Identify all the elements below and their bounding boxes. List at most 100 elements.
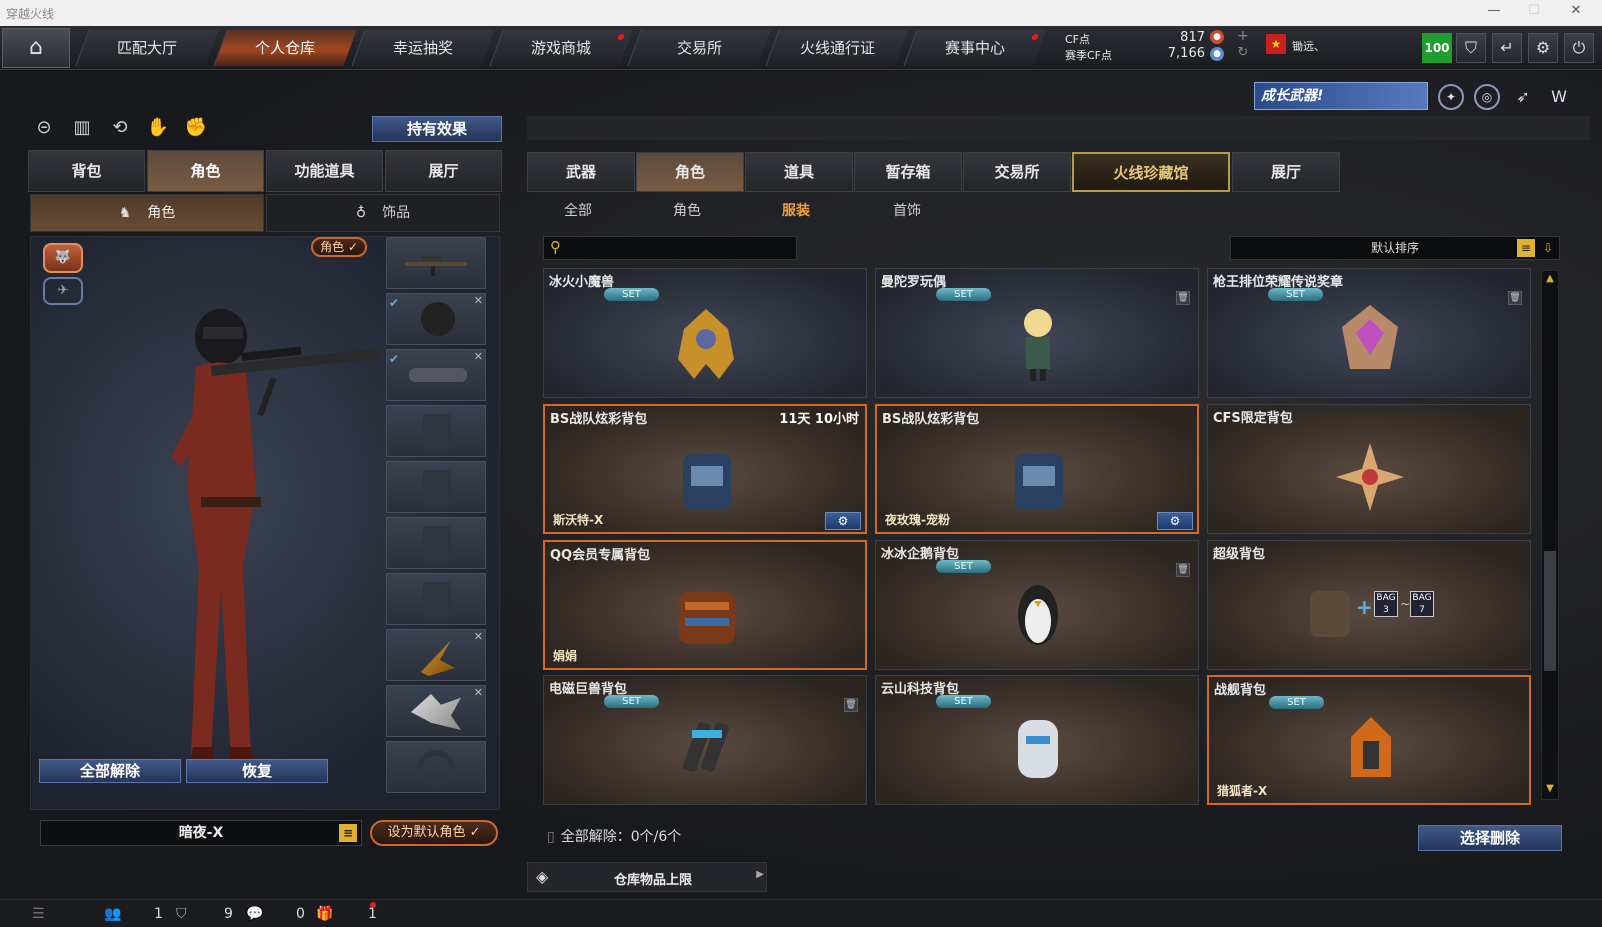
default-role-field[interactable]: 暗夜-X ≡ (40, 820, 362, 846)
tab-backpack[interactable]: 背包 (28, 150, 145, 192)
pose-icon[interactable]: ✋ (144, 114, 172, 142)
wing-icon[interactable]: W (1546, 84, 1572, 110)
item-card[interactable]: BS战队炫彩背包 11天 10小时 斯沃特-X ⚙ (543, 404, 867, 534)
release-all-button[interactable]: 全部解除 (39, 759, 181, 783)
tab-collection[interactable]: 火线珍藏馆 (1072, 152, 1230, 192)
rocket-icon[interactable]: ➶ (1510, 84, 1536, 110)
slot-weapon[interactable] (386, 237, 486, 289)
trash-icon[interactable]: 🗑 (844, 698, 858, 712)
item-card[interactable]: 超级背包 + BAG 3 ~ BAG 7 (1207, 540, 1531, 670)
scroll-down-icon[interactable]: ▼ (1543, 783, 1557, 797)
remove-icon[interactable]: ✕ (474, 294, 483, 307)
slot-goggles[interactable]: ✕ ✔ (386, 349, 486, 401)
trash-icon[interactable]: 🗑 (1176, 291, 1190, 305)
tab-function-items[interactable]: 功能道具 (266, 150, 383, 192)
power-icon[interactable]: ⏻ (1564, 33, 1594, 63)
tab-roles[interactable]: 角色 (636, 152, 744, 192)
close-icon[interactable]: ✕ (1566, 3, 1586, 21)
item-card[interactable]: CFS限定背包 (1207, 404, 1531, 534)
storage-limit-bar[interactable]: ◈ 仓库物品上限 ▶ (527, 862, 767, 892)
gear-icon[interactable]: ⚙ (1157, 512, 1193, 530)
stats-icon[interactable]: ▥ (68, 114, 96, 142)
sort-select[interactable]: 默认排序 ≡ ⇩ (1230, 236, 1560, 260)
subtab-character[interactable]: ♞ 角色 (30, 194, 264, 232)
trash-icon[interactable]: 🗑 (1508, 291, 1522, 305)
growth-weapon-banner[interactable]: 成长武器! (1254, 82, 1428, 110)
shield-icon[interactable]: ⛉ (1456, 33, 1486, 63)
gear-icon[interactable]: ⚙ (1528, 33, 1558, 63)
glove-icon[interactable]: ✊ (182, 114, 210, 142)
slot-empty-ring[interactable] (386, 741, 486, 793)
globe-icon[interactable]: ◎ (1474, 84, 1500, 110)
filter-role[interactable]: 角色 (673, 200, 701, 220)
scroll-thumb[interactable] (1544, 551, 1556, 671)
nav-tab-exchange[interactable]: 交易所 (627, 30, 771, 66)
slot-empty-pants[interactable] (386, 573, 486, 625)
medal-icon[interactable]: ✦ (1438, 84, 1464, 110)
item-card[interactable]: BS战队炫彩背包 夜玫瑰-宠粉 ⚙ (875, 404, 1199, 534)
slot-helmet[interactable]: ✕ ✔ (386, 293, 486, 345)
gift-icon[interactable]: 🎁 (316, 906, 333, 922)
subtab-accessory[interactable]: ♁ 饰品 (266, 194, 500, 232)
filter-all[interactable]: 全部 (564, 200, 592, 220)
home-icon[interactable]: ⌂ (2, 28, 70, 68)
refresh-icon[interactable]: ↻ (1236, 46, 1250, 60)
rotate-icon[interactable]: ⟲ (106, 114, 134, 142)
toggle-off-icon[interactable]: ⊝ (30, 114, 58, 142)
remove-icon[interactable]: ✕ (474, 630, 483, 643)
select-delete-button[interactable]: 选择删除 (1418, 825, 1562, 851)
return-icon[interactable]: ↵ (1492, 33, 1522, 63)
hold-effect-button[interactable]: 持有效果 (372, 116, 502, 142)
scroll-up-icon[interactable]: ▲ (1543, 273, 1557, 287)
tab-temp-box[interactable]: 暂存箱 (854, 152, 962, 192)
item-card[interactable]: 冰火小魔兽 SET (543, 268, 867, 398)
expand-right-icon[interactable]: ▶ (756, 869, 764, 880)
set-default-role-button[interactable]: 设为默认角色 ✓ (370, 820, 498, 846)
add-icon[interactable]: + (1236, 29, 1250, 43)
minimize-icon[interactable]: — (1484, 3, 1504, 21)
tab-items[interactable]: 道具 (745, 152, 853, 192)
search-input[interactable]: ⚲ (543, 236, 797, 260)
chat-icon[interactable]: 💬 (246, 906, 263, 922)
nav-tab-battle-pass[interactable]: 火线通行证 (765, 30, 909, 66)
tab-weapons[interactable]: 武器 (527, 152, 635, 192)
gear-icon[interactable]: ⚙ (825, 512, 861, 530)
slot-empty-vest[interactable] (386, 405, 486, 457)
clan-shield-icon[interactable]: ⛉ (176, 906, 187, 922)
item-card[interactable]: 枪王排位荣耀传说奖章 SET 🗑 (1207, 268, 1531, 398)
tab-showroom[interactable]: 展厅 (385, 150, 502, 192)
nav-tab-game-mall[interactable]: 游戏商城 (489, 30, 633, 66)
list-icon[interactable]: ≡ (339, 824, 357, 842)
tab-character[interactable]: 角色 (147, 150, 264, 192)
slot-empty-backpack[interactable] (386, 461, 486, 513)
maximize-icon[interactable]: ☐ (1524, 3, 1544, 21)
nav-tab-lucky-draw[interactable]: 幸运抽奖 (351, 30, 495, 66)
character-preview[interactable]: 🐺 ✈ 角色 ✓ ✕ ✔ ✕ ✔ ✕ ✕ 全部解除 恢复 (30, 236, 500, 810)
menu-icon[interactable]: ☰ (32, 906, 45, 922)
slot-dragon-ornament[interactable]: ✕ (386, 685, 486, 737)
trash-icon[interactable]: 🗑 (1176, 563, 1190, 577)
eagle-emblem-icon[interactable]: ✈ (43, 277, 83, 305)
item-card[interactable]: 冰冰企鹅背包 SET 🗑 (875, 540, 1199, 670)
item-card[interactable]: 战舰背包 SET 猎狐者-X (1207, 675, 1531, 805)
filter-outfit[interactable]: 服装 (782, 200, 810, 220)
item-card[interactable]: 电磁巨兽背包 SET 🗑 (543, 675, 867, 805)
filter-jewelry[interactable]: 首饰 (893, 200, 921, 220)
tab-exhibition[interactable]: 展厅 (1232, 152, 1340, 192)
item-card[interactable]: QQ会员专属背包 娟娟 (543, 540, 867, 670)
nav-tab-event-center[interactable]: 赛事中心 (903, 30, 1047, 66)
remove-icon[interactable]: ✕ (474, 350, 483, 363)
remove-icon[interactable]: ✕ (474, 686, 483, 699)
slot-empty-armor[interactable] (386, 517, 486, 569)
item-card[interactable]: 云山科技背包 SET (875, 675, 1199, 805)
nav-tab-match-hall[interactable]: 匹配大厅 (75, 30, 219, 66)
sort-down-icon[interactable]: ⇩ (1539, 239, 1557, 257)
nav-tab-personal-storage[interactable]: 个人仓库 (213, 30, 357, 66)
tab-trade[interactable]: 交易所 (963, 152, 1071, 192)
item-card[interactable]: 曼陀罗玩偶 SET 🗑 (875, 268, 1199, 398)
friends-icon[interactable]: 👥 (104, 906, 121, 922)
slot-golden-wing[interactable]: ✕ (386, 629, 486, 681)
wolf-emblem-icon[interactable]: 🐺 (43, 243, 83, 273)
item-list-scrollbar[interactable]: ▲ ▼ (1541, 270, 1559, 800)
restore-button[interactable]: 恢复 (186, 759, 328, 783)
